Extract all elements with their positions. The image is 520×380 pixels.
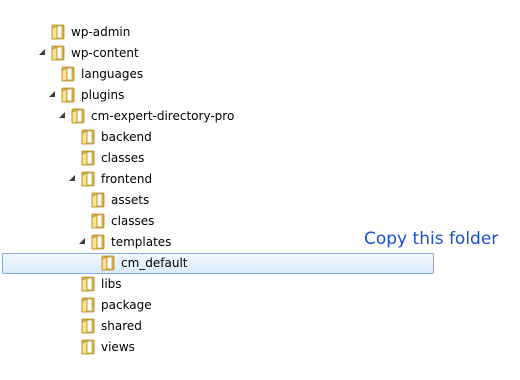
tree-item-label: libs [101,277,122,291]
folder-icon [61,87,75,103]
tree-item-shared[interactable]: shared [0,316,520,337]
tree-item-classes[interactable]: classes [0,148,520,169]
tree-item-label: cm_default [121,256,188,270]
expanded-arrow-icon[interactable] [78,237,86,245]
tree-item-label: cm-expert-directory-pro [91,109,235,123]
tree-item-views[interactable]: views [0,337,520,358]
folder-icon [81,318,95,334]
folder-icon [81,171,95,187]
tree-item-cm-default[interactable]: cm_default [0,253,520,274]
tree-item-plugins[interactable]: plugins [0,85,520,106]
selection-highlight [2,253,434,274]
tree-item-label: templates [111,235,172,249]
expanded-arrow-icon[interactable] [58,111,66,119]
folder-icon [81,297,95,313]
tree-item-label: languages [81,67,144,81]
expanded-arrow-icon[interactable] [48,90,56,98]
expanded-arrow-icon[interactable] [68,174,76,182]
tree-item-frontend[interactable]: frontend [0,169,520,190]
expanded-arrow-icon[interactable] [38,48,46,56]
folder-icon [101,255,115,271]
folder-icon [51,24,65,40]
folder-icon [81,276,95,292]
folder-icon [91,192,105,208]
folder-icon [71,108,85,124]
folder-icon [91,234,105,250]
tree-item-label: package [101,298,152,312]
tree-item-label: classes [101,151,145,165]
folder-icon [51,45,65,61]
tree-item-package[interactable]: package [0,295,520,316]
tree-item-label: frontend [101,172,153,186]
annotation-copy-this-folder: Copy this folder [364,229,499,249]
tree-item-label: plugins [81,88,125,102]
folder-icon [81,339,95,355]
tree-item-label: shared [101,319,142,333]
folder-icon [91,213,105,229]
folder-tree: wp-admin wp-content languages plugins cm-exp… [0,0,520,380]
tree-item-assets[interactable]: assets [0,190,520,211]
tree-item-libs[interactable]: libs [0,274,520,295]
tree-item-label: backend [101,130,152,144]
tree-item-backend[interactable]: backend [0,127,520,148]
folder-icon [61,66,75,82]
tree-item-cm-expert-directory-pro[interactable]: cm-expert-directory-pro [0,106,520,127]
tree-item-label: classes [111,214,155,228]
tree-item-label: assets [111,193,150,207]
tree-item-languages[interactable]: languages [0,64,520,85]
folder-icon [81,129,95,145]
tree-item-label: views [101,340,135,354]
tree-item-label: wp-admin [71,25,131,39]
tree-item-label: wp-content [71,46,139,60]
tree-item-wp-content[interactable]: wp-content [0,43,520,64]
tree-item-wp-admin[interactable]: wp-admin [0,22,520,43]
folder-icon [81,150,95,166]
